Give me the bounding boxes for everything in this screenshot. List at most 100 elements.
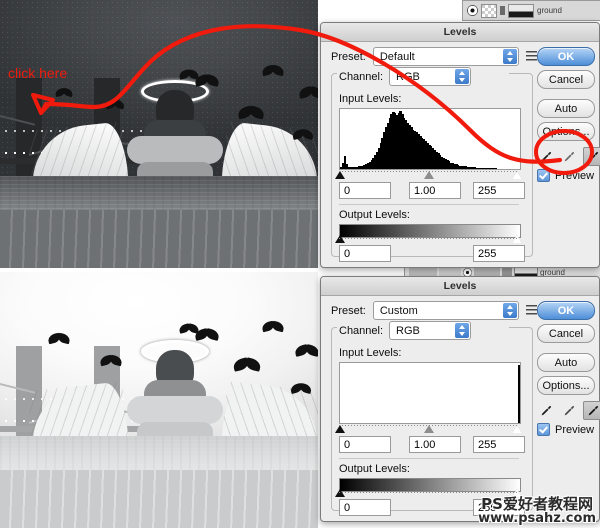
input-levels-label: Input Levels: [339,93,401,105]
site-watermark: PS爱好者教程网 www.psahz.com [478,497,596,526]
input-histogram[interactable] [339,362,521,424]
output-levels-label: Output Levels: [339,209,410,221]
chevron-updown-icon[interactable] [503,49,517,64]
preset-label: Preset: [331,51,366,63]
output-highlight-value: 255 [478,248,496,260]
preset-value: Default [380,51,415,63]
set-black-point-eyedropper[interactable] [537,148,556,165]
preview-label: Preview [555,424,594,436]
preset-label: Preset: [331,305,366,317]
gamma-slider[interactable] [424,171,434,179]
input-highlight-field[interactable]: 255 [473,436,525,453]
bird [299,88,318,98]
link-icon[interactable] [500,6,505,15]
black-point-slider[interactable] [335,171,345,179]
output-shadow-value: 0 [344,502,350,514]
cancel-button[interactable]: Cancel [537,324,595,343]
white-point-slider[interactable] [512,171,522,179]
output-levels-label: Output Levels: [339,463,410,475]
channel-value: RGB [396,71,420,83]
original-dark-photo [0,0,318,268]
watermark-line-1: PS爱好者教程网 [478,497,596,513]
eyedropper-group[interactable] [537,147,600,166]
output-white-slider[interactable] [512,235,522,243]
auto-label: Auto [555,357,578,369]
set-gray-point-eyedropper[interactable] [560,148,579,165]
chevron-updown-icon[interactable] [503,303,517,318]
preview-checkbox[interactable] [537,423,550,436]
set-black-point-eyedropper[interactable] [537,402,556,419]
input-highlight-field[interactable]: 255 [473,182,525,199]
options-label: Options... [542,380,589,392]
white-point-slider[interactable] [512,425,522,433]
levels-dialog-custom[interactable]: Levels Preset: Custom Channel: RGB Input… [320,276,600,522]
channel-dropdown[interactable]: RGB [389,321,471,340]
input-gamma-value: 1.00 [414,439,435,451]
auto-button[interactable]: Auto [537,99,595,118]
preview-label: Preview [555,170,594,182]
output-highlight-field[interactable]: 255 [473,245,525,262]
preview-checkbox[interactable] [537,169,550,182]
options-label: Options... [542,126,589,138]
set-gray-point-eyedropper[interactable] [560,402,579,419]
options-button[interactable]: Options... [537,376,595,395]
watermark-line-2: www.psahz.com [478,512,596,526]
output-black-slider[interactable] [335,235,345,243]
ok-label: OK [558,305,575,317]
bird [262,66,284,75]
ok-button[interactable]: OK [537,47,595,66]
layers-panel-row-top[interactable]: ground [462,0,600,21]
ok-button[interactable]: OK [537,301,595,320]
input-shadow-field[interactable]: 0 [339,182,391,199]
set-white-point-eyedropper[interactable] [583,401,600,420]
cancel-button[interactable]: Cancel [537,70,595,89]
adjusted-bright-photo [0,272,318,528]
input-histogram[interactable] [339,108,521,170]
gamma-slider[interactable] [424,425,434,433]
input-gamma-field[interactable]: 1.00 [409,182,461,199]
channel-dropdown[interactable]: RGB [389,67,471,86]
layer-name: ground [537,6,562,15]
eye-icon[interactable] [467,5,478,16]
bird [238,107,264,118]
dialog-titlebar[interactable]: Levels [321,277,599,296]
options-button[interactable]: Options... [537,122,595,141]
preview-checkbox-row[interactable]: Preview [537,169,594,182]
bird [100,356,122,365]
output-black-slider[interactable] [335,489,345,497]
preset-dropdown[interactable]: Default [373,47,519,66]
preset-options-icon[interactable] [526,51,537,63]
preset-dropdown[interactable]: Custom [373,301,519,320]
input-levels-label: Input Levels: [339,347,401,359]
channel-label: Channel: [339,71,383,83]
bird [106,101,125,109]
channel-label: Channel: [339,325,383,337]
input-gamma-field[interactable]: 1.00 [409,436,461,453]
dialog-titlebar[interactable]: Levels [321,23,599,42]
input-levels-slider[interactable] [339,423,519,433]
layer-mask-thumbnail[interactable] [508,4,534,18]
preview-checkbox-row[interactable]: Preview [537,423,594,436]
input-shadow-value: 0 [344,185,350,197]
black-point-slider[interactable] [335,425,345,433]
output-shadow-field[interactable]: 0 [339,245,391,262]
dialog-title: Levels [444,280,477,292]
eyedropper-group[interactable] [537,401,600,420]
arms [127,396,223,424]
input-levels-slider[interactable] [339,169,519,179]
divider [339,458,519,459]
cancel-label: Cancel [549,328,583,340]
channel-value: RGB [396,325,420,337]
chevron-updown-icon[interactable] [455,69,469,84]
layer-thumbnail[interactable] [481,4,497,18]
preset-options-icon[interactable] [526,305,537,317]
levels-dialog-default[interactable]: Levels Preset: Default Channel: RGB Inpu… [320,22,600,268]
auto-label: Auto [555,103,578,115]
auto-button[interactable]: Auto [537,353,595,372]
output-shadow-field[interactable]: 0 [339,499,391,516]
arms [127,136,223,164]
chevron-updown-icon[interactable] [455,323,469,338]
input-shadow-field[interactable]: 0 [339,436,391,453]
set-white-point-eyedropper[interactable] [583,147,600,166]
cancel-label: Cancel [549,74,583,86]
